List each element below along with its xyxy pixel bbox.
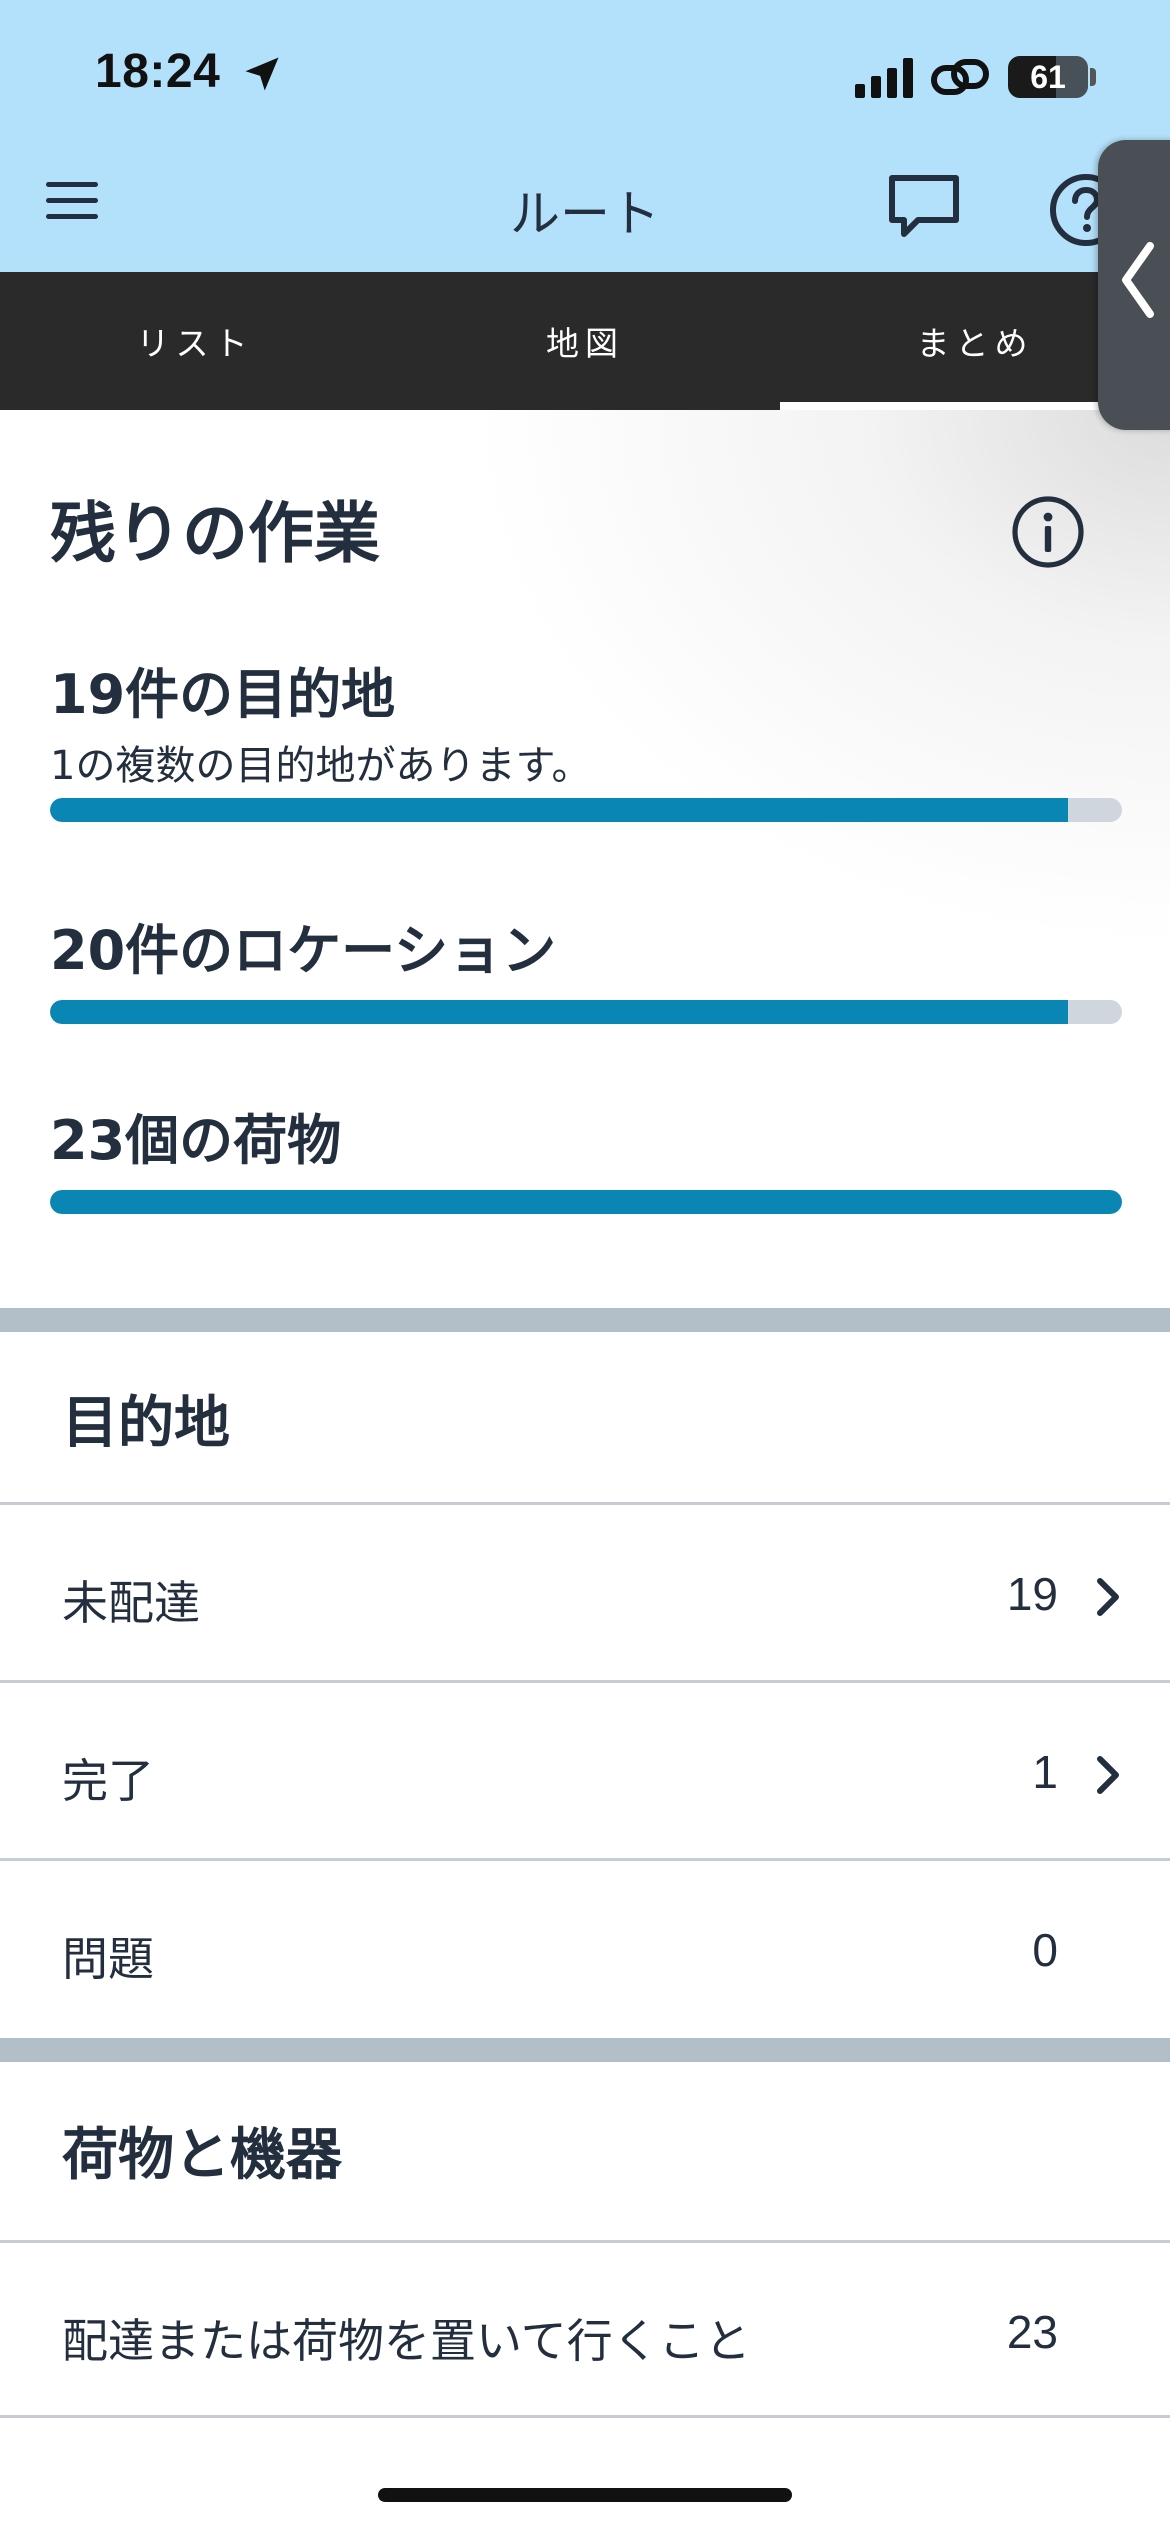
progress-bar [50, 1000, 1122, 1024]
battery-tip [1090, 68, 1096, 86]
tab-list[interactable]: リスト [0, 272, 390, 410]
metric-packages: 23個の荷物 [50, 1096, 1122, 1214]
metric-subtitle: 1の複数の目的地があります。 [50, 743, 592, 789]
row-count: 23 [1006, 2306, 1058, 2358]
list-row-undelivered[interactable]: 未配達 19 [0, 1502, 1170, 1680]
row-label: 配達または荷物を置いて行くこと [62, 2314, 751, 2368]
progress-fill [50, 1000, 1069, 1024]
route-summary-screen: 18:24 61 ルート リスト 地図 まとめ 残りの作業 19件の目的地 1の… [0, 0, 1170, 2532]
packages-heading: 荷物と機器 [62, 2123, 342, 2188]
progress-fill [50, 798, 1069, 822]
status-time: 18:24 [95, 45, 221, 98]
list-row-problems: 問題 0 [0, 1858, 1170, 2036]
chevron-right-icon [1097, 1578, 1119, 1616]
page-title: ルート [510, 185, 660, 243]
destinations-heading: 目的地 [62, 1391, 230, 1456]
tab-summary-label: まとめ [916, 324, 1034, 363]
metric-title: 23個の荷物 [50, 1109, 342, 1172]
section-divider [0, 1308, 1170, 1332]
progress-bar [50, 798, 1122, 822]
battery-level: 61 [1030, 59, 1066, 95]
signal-icon [855, 58, 913, 98]
chevron-right-icon [1097, 1756, 1119, 1794]
header-area: 18:24 61 ルート [0, 0, 1170, 272]
chevron-left-icon [1122, 242, 1154, 318]
list-row-deliver-packages: 配達または荷物を置いて行くこと 23 [0, 2240, 1170, 2418]
home-indicator[interactable] [378, 2488, 792, 2502]
progress-bar [50, 1190, 1122, 1214]
tab-list-label: リスト [136, 324, 254, 363]
side-drawer-handle[interactable] [1098, 140, 1170, 430]
remaining-work-card: 残りの作業 19件の目的地 1の複数の目的地があります。 20件のロケーション … [0, 410, 1170, 1308]
row-label: 問題 [62, 1932, 154, 1986]
metric-title: 19件の目的地 [50, 663, 396, 726]
tab-bar: リスト 地図 まとめ [0, 272, 1170, 410]
list-row-completed[interactable]: 完了 1 [0, 1680, 1170, 1858]
battery-icon: 61 [1008, 56, 1088, 98]
metric-destinations: 19件の目的地 1の複数の目的地があります。 [50, 650, 1122, 822]
metric-title: 20件のロケーション [50, 919, 557, 982]
chat-bubble-icon[interactable] [886, 172, 962, 240]
info-icon[interactable] [1010, 494, 1086, 570]
location-arrow-icon [245, 57, 279, 91]
row-label: 未配達 [62, 1576, 200, 1630]
remaining-work-heading: 残りの作業 [50, 495, 380, 572]
section-divider [0, 2038, 1170, 2062]
metric-locations: 20件のロケーション [50, 906, 1122, 1024]
row-count: 19 [1006, 1568, 1058, 1620]
row-label: 完了 [62, 1754, 154, 1808]
link-icon [931, 59, 989, 95]
row-count: 1 [1032, 1746, 1058, 1798]
progress-fill [50, 1190, 1122, 1214]
tab-map[interactable]: 地図 [390, 272, 780, 410]
row-count: 0 [1032, 1924, 1058, 1976]
tab-map-label: 地図 [546, 324, 624, 363]
